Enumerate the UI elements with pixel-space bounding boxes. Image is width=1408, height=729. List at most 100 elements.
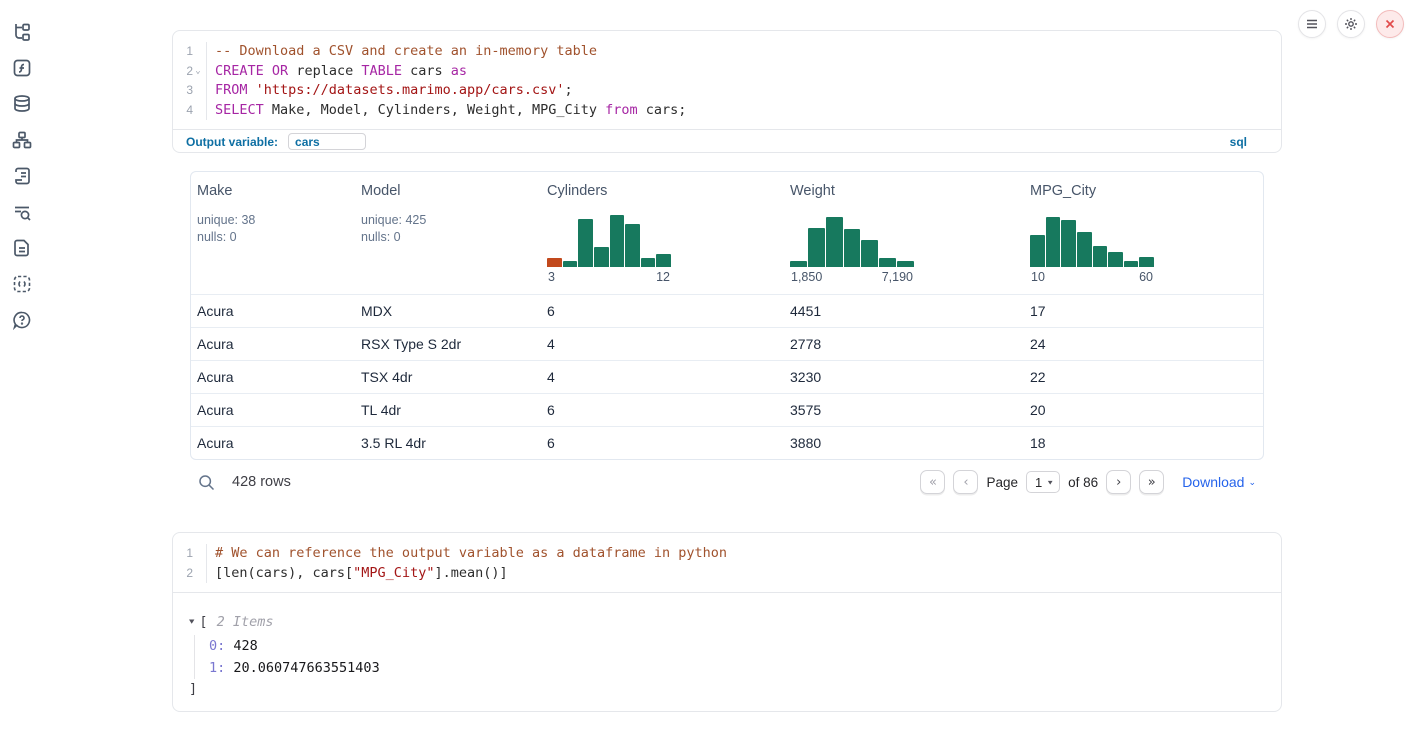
- histogram-bar: [844, 229, 861, 267]
- function-icon[interactable]: [12, 58, 32, 78]
- line-number: 2: [186, 62, 193, 82]
- download-button[interactable]: Download ⌄: [1182, 474, 1256, 490]
- fold-chevron-icon[interactable]: ⌄: [193, 62, 203, 82]
- language-badge: sql: [1230, 135, 1247, 149]
- table-cell: 6: [541, 427, 784, 459]
- column-header-model[interactable]: Modelunique: 425nulls: 0: [355, 172, 541, 294]
- table-body: AcuraMDX6445117AcuraRSX Type S 2dr427782…: [191, 294, 1263, 459]
- tree-entry-value: 428: [225, 638, 258, 654]
- table-cell: 6: [541, 295, 784, 327]
- file-tree-icon[interactable]: [12, 22, 32, 42]
- table-cell: 4: [541, 328, 784, 360]
- histogram-range-labels: 312: [547, 270, 671, 284]
- histogram-bar: [808, 228, 825, 267]
- output-variable-input[interactable]: [288, 133, 366, 150]
- histogram-range-labels: 1,8507,190: [790, 270, 914, 284]
- line-number-gutter: 3: [173, 81, 207, 101]
- table-footer: 428 rows « ‹ Page 1 ▼ of 86 › » Download…: [190, 465, 1264, 499]
- histogram-bar: [563, 261, 578, 267]
- histogram-bar: [641, 258, 656, 267]
- line-number: 1: [186, 42, 193, 62]
- next-page-button[interactable]: ›: [1106, 470, 1131, 494]
- code-text: CREATE OR replace TABLE cars as: [207, 62, 467, 82]
- table-header-row: Makeunique: 38nulls: 0Modelunique: 425nu…: [191, 172, 1263, 294]
- line-number-gutter: 2: [173, 564, 207, 584]
- tree-entry-key: 0:: [209, 638, 225, 654]
- column-name: MPG_City: [1030, 183, 1257, 199]
- table-row: AcuraMDX6445117: [191, 294, 1263, 327]
- histogram-bar: [790, 261, 807, 267]
- code-line: 3FROM 'https://datasets.marimo.app/cars.…: [173, 81, 1281, 101]
- last-page-button[interactable]: »: [1139, 470, 1164, 494]
- histogram-bar: [1030, 235, 1045, 267]
- collapse-caret-icon[interactable]: ▼: [189, 614, 194, 631]
- histogram-bar: [1108, 252, 1123, 267]
- page-select[interactable]: 1 ▼: [1026, 471, 1060, 493]
- column-name: Cylinders: [547, 183, 776, 199]
- table-cell: Acura: [191, 328, 355, 360]
- data-table: Makeunique: 38nulls: 0Modelunique: 425nu…: [190, 171, 1264, 460]
- table-cell: 20: [1024, 394, 1264, 426]
- first-page-button[interactable]: «: [920, 470, 945, 494]
- column-header-make[interactable]: Makeunique: 38nulls: 0: [191, 172, 355, 294]
- column-stats: unique: 425nulls: 0: [361, 212, 533, 246]
- histogram-bars: [790, 215, 914, 267]
- settings-button[interactable]: [1337, 10, 1365, 38]
- menu-icon: [1305, 17, 1319, 31]
- column-histogram: 1060: [1030, 215, 1154, 284]
- table-cell: 3880: [784, 427, 1024, 459]
- histogram-bar: [1093, 246, 1108, 267]
- table-row: AcuraTL 4dr6357520: [191, 393, 1263, 426]
- column-header-mpg_city[interactable]: MPG_City 1060: [1024, 172, 1264, 294]
- sql-cell: 1-- Download a CSV and create an in-memo…: [172, 30, 1282, 153]
- snippets-icon[interactable]: [12, 274, 32, 294]
- column-header-cylinders[interactable]: Cylinders 312: [541, 172, 784, 294]
- column-histogram: 1,8507,190: [790, 215, 914, 284]
- line-number-gutter: 1: [173, 42, 207, 62]
- network-icon[interactable]: [12, 130, 32, 150]
- search-icon[interactable]: [198, 474, 215, 491]
- shutdown-button[interactable]: [1376, 10, 1404, 38]
- histogram-bar: [1046, 217, 1061, 267]
- marimo-notebook: 1-- Download a CSV and create an in-memo…: [0, 0, 1408, 729]
- database-icon[interactable]: [12, 94, 32, 114]
- row-count: 428 rows: [232, 474, 291, 490]
- histogram-bar: [610, 215, 625, 267]
- menu-button[interactable]: [1298, 10, 1326, 38]
- line-number: 4: [186, 101, 193, 121]
- line-number: 1: [186, 544, 193, 564]
- histogram-bar: [656, 254, 671, 267]
- table-cell: 24: [1024, 328, 1264, 360]
- line-number-gutter: 4: [173, 101, 207, 121]
- log-search-icon[interactable]: [12, 202, 32, 222]
- histogram-bar: [1077, 232, 1092, 267]
- table-cell: Acura: [191, 361, 355, 393]
- table-row: AcuraRSX Type S 2dr4277824: [191, 327, 1263, 360]
- tree-entry: 0: 428: [209, 635, 1265, 657]
- code-text: [len(cars), cars["MPG_City"].mean()]: [207, 564, 508, 584]
- page-label: Page: [986, 475, 1018, 490]
- shutdown-close-icon: [1383, 17, 1397, 31]
- scroll-icon[interactable]: [12, 166, 32, 186]
- column-header-weight[interactable]: Weight1,8507,190: [784, 172, 1024, 294]
- tree-entry-value: 20.060747663551403: [225, 660, 379, 676]
- items-count-label: 2 Items: [217, 612, 274, 633]
- table-cell: 3230: [784, 361, 1024, 393]
- document-icon[interactable]: [12, 238, 32, 258]
- column-name: Make: [197, 183, 347, 199]
- sql-code-editor[interactable]: 1-- Download a CSV and create an in-memo…: [173, 31, 1281, 129]
- python-code-editor[interactable]: 1# We can reference the output variable …: [173, 533, 1281, 592]
- histogram-bar: [861, 240, 878, 267]
- table-cell: 4451: [784, 295, 1024, 327]
- code-line: 4SELECT Make, Model, Cylinders, Weight, …: [173, 101, 1281, 121]
- line-number: 2: [186, 564, 193, 584]
- code-line: 2 [len(cars), cars["MPG_City"].mean()]: [173, 564, 1281, 584]
- help-icon[interactable]: [12, 310, 32, 330]
- download-label: Download: [1182, 474, 1244, 490]
- table-row: AcuraTSX 4dr4323022: [191, 360, 1263, 393]
- histogram-bars: [547, 215, 671, 267]
- previous-page-button[interactable]: ‹: [953, 470, 978, 494]
- python-cell: 1# We can reference the output variable …: [172, 532, 1282, 712]
- table-cell: Acura: [191, 295, 355, 327]
- line-number-gutter: 2⌄: [173, 62, 207, 82]
